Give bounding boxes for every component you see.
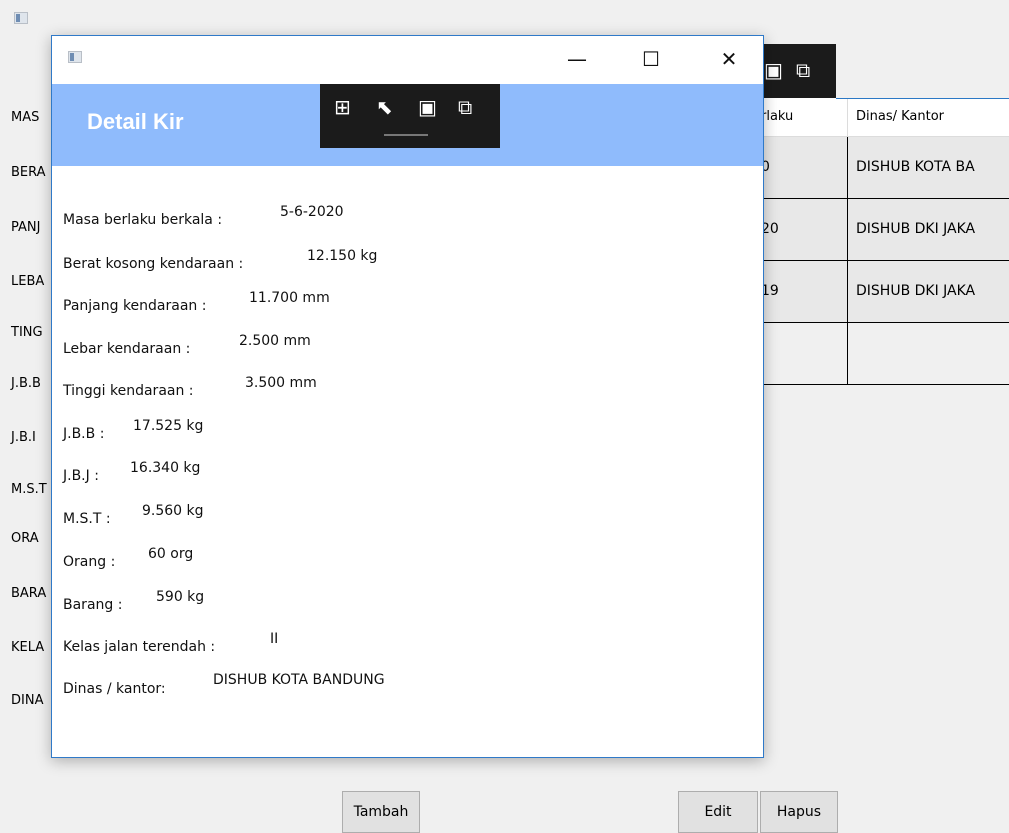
field-label-orang: Orang : [63,554,116,570]
field-label-tinggi: Tinggi kendaraan : [63,383,194,399]
field-value-mst: 9.560 kg [142,503,204,519]
bg-label-tinggi: TING [11,325,43,340]
detail-kir-dialog: — ☐ ✕ Detail Kir ⊞ ⬉ ▣ ⧉ Masa berlaku be… [51,35,764,758]
track-focus-icon[interactable]: ⧉ [458,96,472,118]
close-button[interactable]: ✕ [706,36,752,82]
field-value-jbb: 17.525 kg [133,418,204,434]
hapus-button[interactable]: Hapus [760,791,838,833]
field-label-mst: M.S.T : [63,511,111,527]
grid-cell-berlaku: 0 [761,159,770,175]
field-label-kelas-jalan: Kelas jalan terendah : [63,639,216,655]
field-value-panjang: 11.700 mm [249,290,330,306]
grid-cell-berlaku: 20 [761,221,779,237]
field-value-lebar: 2.500 mm [239,333,311,349]
bg-label-orang: ORA [11,531,39,546]
field-label-jbj: J.B.J : [63,468,99,484]
field-value-tinggi: 3.500 mm [245,375,317,391]
bg-label-masa: MAS [11,110,40,125]
bg-label-jbi: J.B.I [11,430,36,445]
bg-label-kelas: KELA [11,640,45,655]
frame-icon[interactable]: ▣ [764,60,783,80]
debug-toolbar: ⊞ ⬉ ▣ ⧉ [320,84,500,148]
field-label-dinas-kantor: Dinas / kantor: [63,681,166,697]
edit-button[interactable]: Edit [678,791,758,833]
dialog-header: Detail Kir ⊞ ⬉ ▣ ⧉ [52,84,763,166]
tambah-button[interactable]: Tambah [342,791,420,833]
field-label-masa-berlaku: Masa berlaku berkala : [63,212,223,228]
bg-label-barang: BARA [11,586,47,601]
bg-label-dinas: DINA [11,693,44,708]
bg-label-lebar: LEBA [11,274,45,289]
field-label-panjang: Panjang kendaraan : [63,298,207,314]
field-label-lebar: Lebar kendaraan : [63,341,191,357]
field-label-jbb: J.B.B : [63,426,105,442]
field-label-barang: Barang : [63,597,123,613]
select-element-icon[interactable]: ⬉ [376,96,393,118]
maximize-button[interactable]: ☐ [628,36,674,82]
live-visual-tree-icon[interactable]: ⊞ [334,96,351,118]
grid-header-dinas[interactable]: Dinas/ Kantor [847,98,1009,137]
bg-label-jbb: J.B.B [11,376,41,391]
app-icon [14,12,28,24]
grid-cell-dinas: DISHUB KOTA BA [856,159,975,175]
bg-label-berat: BERA [11,165,46,180]
toolbar-grip [384,134,428,136]
field-value-masa-berlaku: 5-6-2020 [280,204,344,220]
select-element-icon[interactable]: ⧉ [796,60,810,80]
field-value-berat-kosong: 12.150 kg [307,248,378,264]
field-value-dinas-kantor: DISHUB KOTA BANDUNG [213,672,385,688]
grid-column-divider [847,137,848,385]
field-value-jbj: 16.340 kg [130,460,201,476]
window-icon [68,51,82,63]
field-value-orang: 60 org [148,546,194,562]
grid-cell-dinas: DISHUB DKI JAKA [856,221,976,237]
field-value-kelas-jalan: II [270,631,279,647]
page-title: Detail Kir [87,109,184,134]
grid-cell-dinas: DISHUB DKI JAKA [856,283,976,299]
dialog-titlebar[interactable]: — ☐ ✕ [52,36,763,84]
field-value-barang: 590 kg [156,589,205,605]
display-layout-adorners-icon[interactable]: ▣ [418,96,437,118]
bg-label-mst: M.S.T [11,482,47,497]
bg-label-panjang: PANJ [11,220,41,235]
grid-cell-berlaku: 19 [761,283,779,299]
minimize-button[interactable]: — [554,36,600,82]
field-label-berat-kosong: Berat kosong kendaraan : [63,256,244,272]
grid-focus-line [836,98,1009,99]
